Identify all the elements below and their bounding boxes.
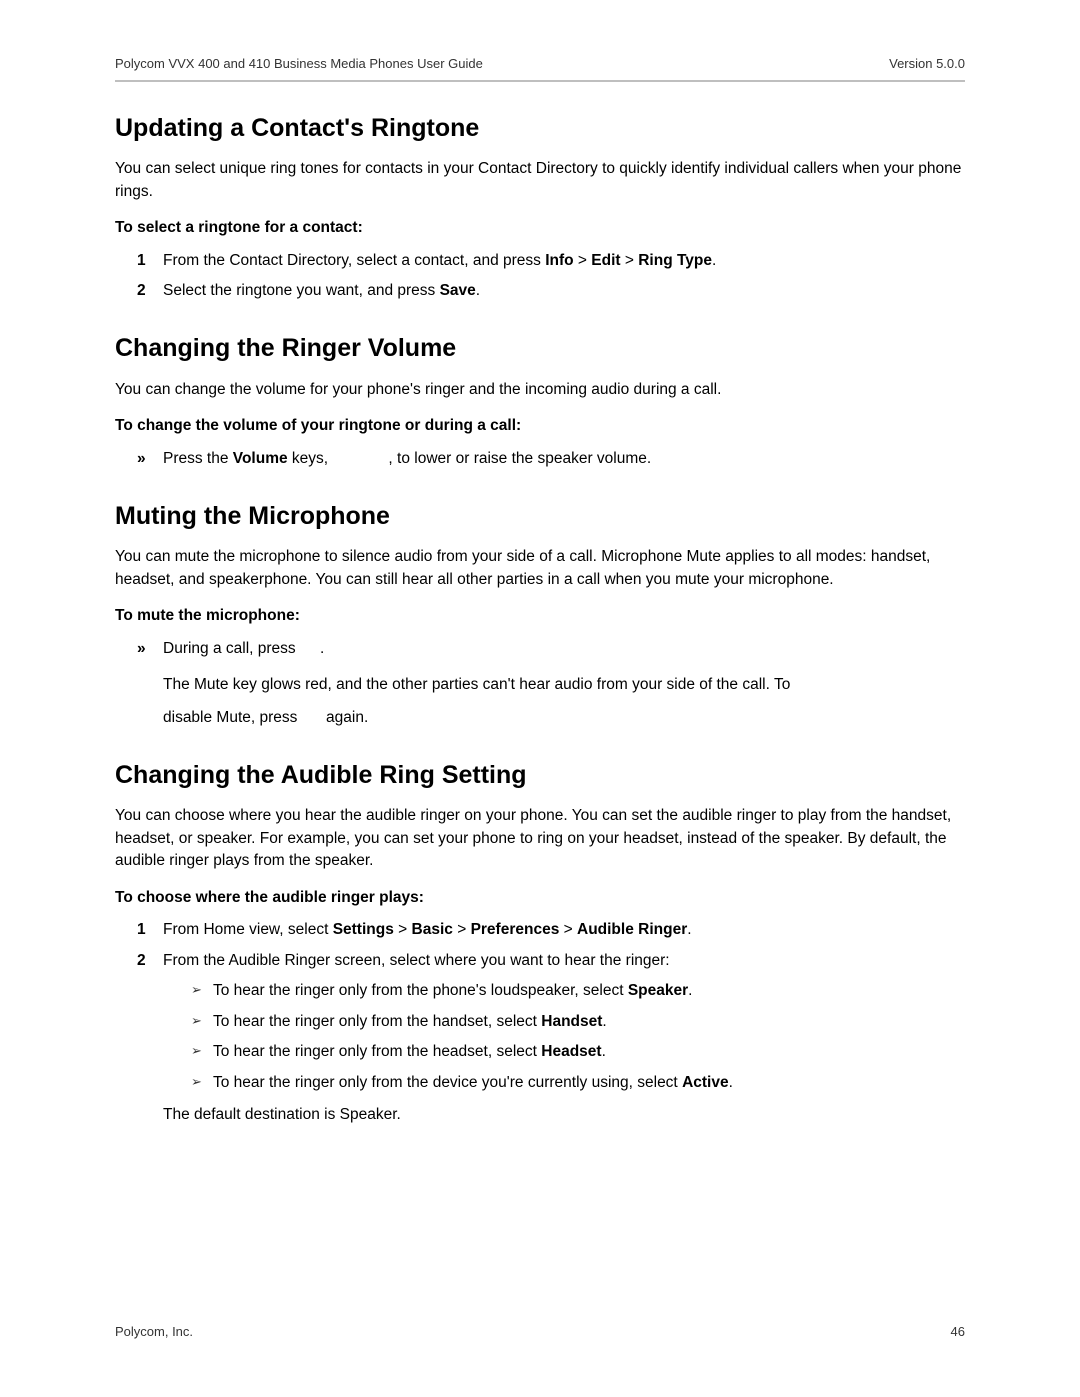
heading-updating-ringtone: Updating a Contact's Ringtone <box>115 110 965 146</box>
text: > <box>559 921 577 938</box>
list-item: 1 From Home view, select Settings > Basi… <box>137 919 965 941</box>
text: . <box>602 1043 606 1060</box>
text: During a call, press <box>163 640 300 657</box>
text: Select the ringtone you want, and press <box>163 282 440 299</box>
bold: Save <box>440 282 476 299</box>
bold: Handset <box>541 1013 602 1030</box>
text: keys, <box>288 450 333 467</box>
footer-company: Polycom, Inc. <box>115 1323 193 1342</box>
bold: Headset <box>541 1043 601 1060</box>
list-item: To hear the ringer only from the phone's… <box>191 980 965 1002</box>
header-title: Polycom VVX 400 and 410 Business Media P… <box>115 55 483 74</box>
text: > <box>394 921 412 938</box>
text: The default destination is Speaker. <box>163 1104 965 1126</box>
text: > <box>574 252 592 269</box>
list-item: To hear the ringer only from the device … <box>191 1072 965 1094</box>
sub-text: The Mute key glows red, and the other pa… <box>163 674 965 696</box>
heading-ringer-volume: Changing the Ringer Volume <box>115 330 965 366</box>
bold: Preferences <box>471 921 560 938</box>
heading-audible-ring: Changing the Audible Ring Setting <box>115 757 965 793</box>
text: , to lower or raise the speaker volume. <box>388 450 651 467</box>
text: again. <box>322 709 369 726</box>
page: Polycom VVX 400 and 410 Business Media P… <box>0 0 1080 1397</box>
text: . <box>320 640 324 657</box>
sub-text: disable Mute, press again. <box>163 707 965 729</box>
text: To hear the ringer only from the device … <box>213 1074 682 1091</box>
bold: Ring Type <box>638 252 712 269</box>
list-number: 1 <box>137 919 146 941</box>
text: > <box>453 921 471 938</box>
text: disable Mute, press <box>163 709 302 726</box>
header-version: Version 5.0.0 <box>889 55 965 74</box>
text: From the Contact Directory, select a con… <box>163 252 545 269</box>
list-item: Press the Volume keys, , to lower or rai… <box>137 448 965 470</box>
lead-text: To change the volume of your ringtone or… <box>115 415 965 437</box>
list-number: 2 <box>137 950 146 972</box>
list-item: To hear the ringer only from the handset… <box>191 1011 965 1033</box>
body-text: You can change the volume for your phone… <box>115 379 965 401</box>
list-number: 2 <box>137 280 146 302</box>
numbered-list: 1 From the Contact Directory, select a c… <box>137 250 965 303</box>
text: To hear the ringer only from the handset… <box>213 1013 541 1030</box>
bold: Basic <box>412 921 453 938</box>
text: Press the <box>163 450 233 467</box>
bold: Active <box>682 1074 729 1091</box>
bold: Volume <box>233 450 288 467</box>
bold: Settings <box>333 921 394 938</box>
text: From the Audible Ringer screen, select w… <box>163 952 670 969</box>
text: . <box>602 1013 606 1030</box>
body-text: You can mute the microphone to silence a… <box>115 546 965 591</box>
bold: Audible Ringer <box>577 921 687 938</box>
body-text: You can choose where you hear the audibl… <box>115 805 965 872</box>
numbered-list: 1 From Home view, select Settings > Basi… <box>137 919 965 1126</box>
body-text: You can select unique ring tones for con… <box>115 158 965 203</box>
text: To hear the ringer only from the phone's… <box>213 982 628 999</box>
header-divider <box>115 80 965 82</box>
list-item: 2 Select the ringtone you want, and pres… <box>137 280 965 302</box>
list-item: 1 From the Contact Directory, select a c… <box>137 250 965 272</box>
bold: Edit <box>591 252 620 269</box>
bullet-list: During a call, press . <box>137 638 965 660</box>
footer-row: Polycom, Inc. 46 <box>115 1323 965 1342</box>
text: > <box>621 252 639 269</box>
text: From Home view, select <box>163 921 333 938</box>
footer-page-number: 46 <box>951 1323 965 1342</box>
lead-text: To select a ringtone for a contact: <box>115 217 965 239</box>
bold: Info <box>545 252 573 269</box>
text: . <box>687 921 691 938</box>
chevron-list: To hear the ringer only from the phone's… <box>191 980 965 1094</box>
text: . <box>729 1074 733 1091</box>
text: . <box>712 252 716 269</box>
list-item: 2 From the Audible Ringer screen, select… <box>137 950 965 1127</box>
header-row: Polycom VVX 400 and 410 Business Media P… <box>115 55 965 74</box>
bullet-list: Press the Volume keys, , to lower or rai… <box>137 448 965 470</box>
text: . <box>688 982 692 999</box>
text: . <box>476 282 480 299</box>
list-number: 1 <box>137 250 146 272</box>
bold: Speaker <box>628 982 688 999</box>
list-item: During a call, press . <box>137 638 965 660</box>
text: To hear the ringer only from the headset… <box>213 1043 541 1060</box>
lead-text: To mute the microphone: <box>115 605 965 627</box>
lead-text: To choose where the audible ringer plays… <box>115 887 965 909</box>
list-item: To hear the ringer only from the headset… <box>191 1041 965 1063</box>
heading-muting-microphone: Muting the Microphone <box>115 498 965 534</box>
